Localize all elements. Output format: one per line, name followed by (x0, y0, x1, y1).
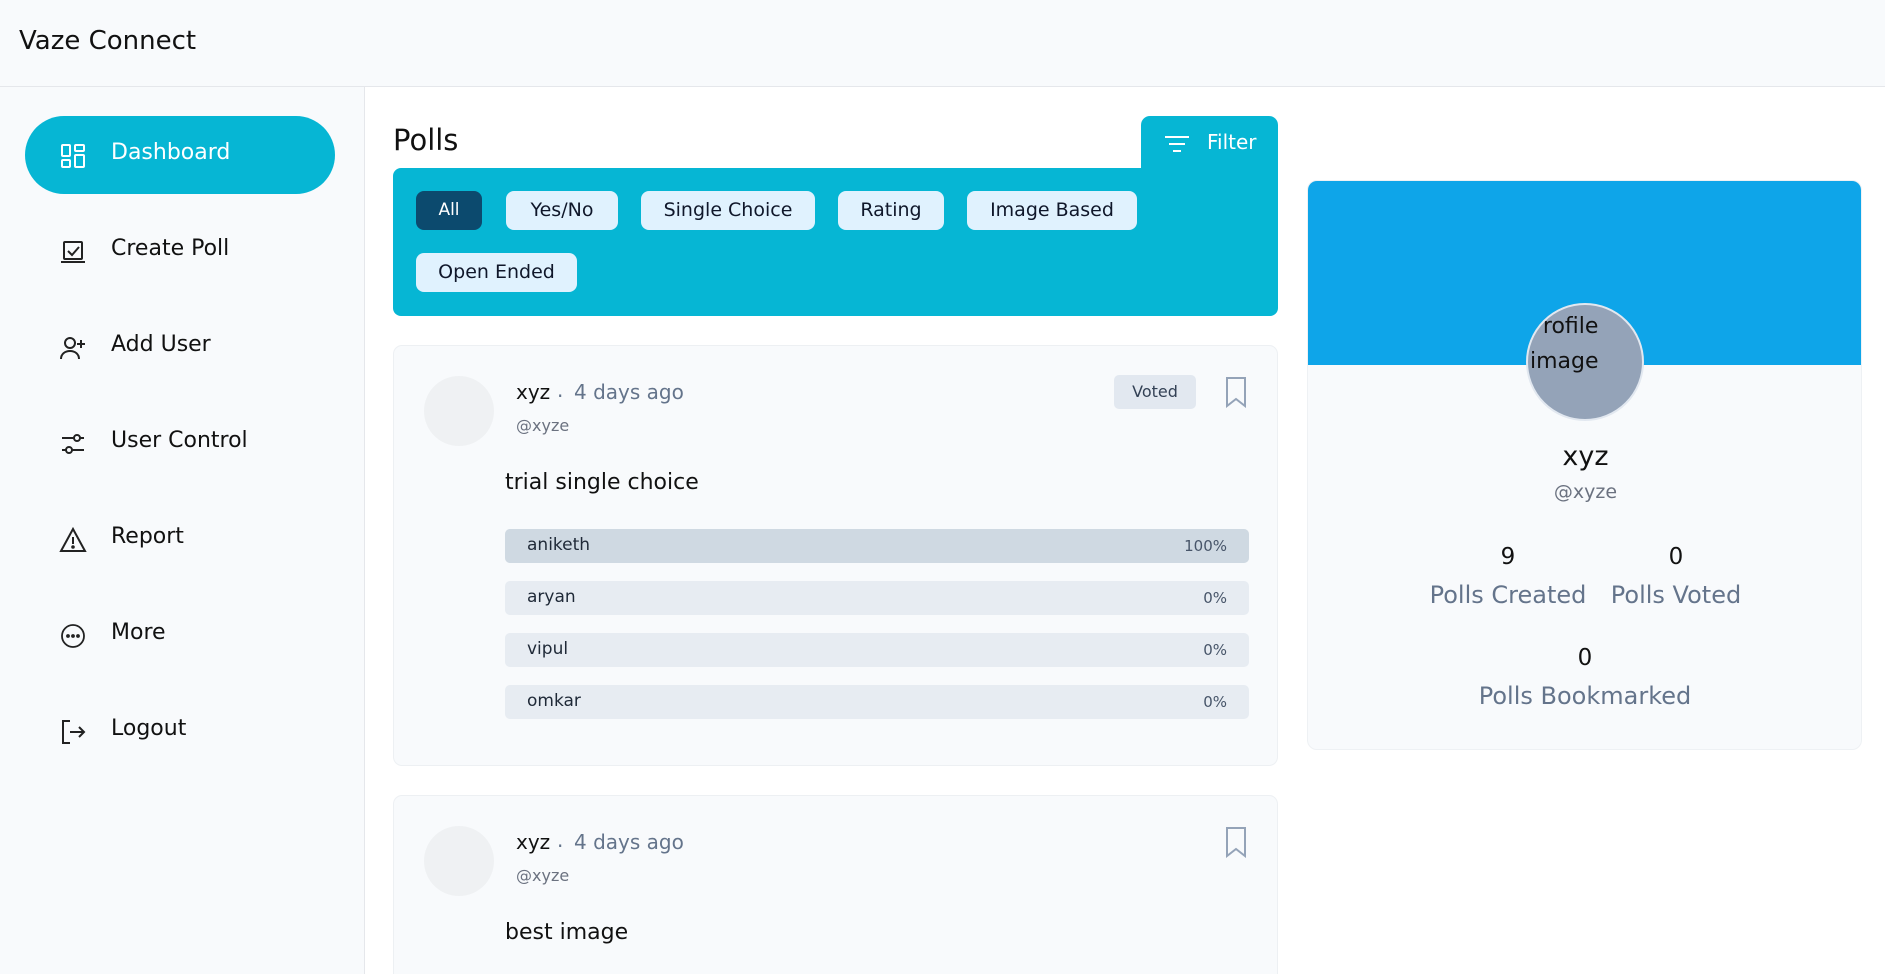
app-title: Vaze Connect (19, 26, 197, 56)
sidebar-item-label: More (111, 620, 166, 645)
profile-card: Profile image xyz @xyze 9 Polls Created … (1307, 180, 1862, 750)
option-label: omkar (527, 691, 581, 711)
option-percent: 0% (1203, 589, 1227, 607)
sidebar-item-logout[interactable]: Logout (25, 692, 335, 770)
poll-option[interactable]: vipul 0% (505, 633, 1249, 667)
main-content: Polls Filter All Yes/No Single Choice Ra… (365, 87, 1305, 974)
chip-rating[interactable]: Rating (838, 191, 944, 230)
sidebar-item-report[interactable]: Report (25, 500, 335, 578)
sidebar-item-label: Logout (111, 716, 187, 741)
sidebar-item-add-user[interactable]: Add User (25, 308, 335, 386)
profile-image-alt: Profile image (1530, 314, 1599, 374)
bookmark-icon[interactable] (1224, 376, 1248, 408)
chip-image-based[interactable]: Image Based (967, 191, 1137, 230)
create-poll-icon (61, 241, 85, 263)
option-label: vipul (527, 639, 569, 659)
poll-time: 4 days ago (574, 380, 684, 404)
poll-author[interactable]: xyz (516, 380, 550, 404)
sidebar-item-dashboard[interactable]: Dashboard (25, 116, 335, 194)
poll-option[interactable]: omkar 0% (505, 685, 1249, 719)
more-icon (61, 624, 85, 648)
page-title: Polls (393, 123, 459, 157)
dashboard-icon (61, 144, 85, 168)
chip-all[interactable]: All (416, 191, 482, 230)
polls-bookmarked-label: Polls Bookmarked (1478, 682, 1692, 710)
sidebar-item-create-poll[interactable]: Create Poll (25, 212, 335, 290)
logout-icon (62, 720, 86, 744)
sidebar-item-label: Add User (111, 332, 211, 357)
profile-image[interactable]: Profile image (1526, 303, 1644, 421)
poll-option[interactable]: aryan 0% (505, 581, 1249, 615)
option-label: aryan (527, 587, 576, 607)
poll-author[interactable]: xyz (516, 830, 550, 854)
avatar (424, 376, 494, 446)
option-percent: 0% (1203, 641, 1227, 659)
add-user-icon (60, 337, 85, 360)
separator-dot: . (557, 378, 564, 402)
status-badge: Voted (1114, 375, 1196, 409)
sliders-icon (62, 434, 84, 454)
filter-icon (1165, 136, 1189, 152)
bookmark-icon[interactable] (1224, 826, 1248, 858)
polls-bookmarked-count: 0 (1577, 645, 1593, 671)
sidebar-item-user-control[interactable]: User Control (25, 404, 335, 482)
sidebar-item-label: Create Poll (111, 236, 230, 261)
sidebar-item-label: User Control (111, 428, 248, 453)
polls-voted-count: 0 (1668, 544, 1684, 570)
avatar (424, 826, 494, 896)
filter-button[interactable]: Filter (1141, 116, 1278, 172)
warning-icon (59, 526, 87, 552)
poll-question: best image (505, 920, 629, 945)
poll-handle: @xyze (516, 866, 570, 885)
top-bar: Vaze Connect (0, 0, 1885, 87)
filter-label: Filter (1207, 130, 1257, 154)
sidebar: Dashboard Create Poll Add User User Cont… (0, 87, 365, 974)
sidebar-item-more[interactable]: More (25, 596, 335, 674)
separator-dot: . (557, 828, 564, 852)
poll-question: trial single choice (505, 470, 699, 495)
polls-voted-label: Polls Voted (1610, 581, 1742, 609)
chip-open-ended[interactable]: Open Ended (416, 253, 577, 292)
chip-single-choice[interactable]: Single Choice (641, 191, 815, 230)
option-label: aniketh (527, 535, 591, 555)
poll-time: 4 days ago (574, 830, 684, 854)
poll-option[interactable]: aniketh 100% (505, 529, 1249, 563)
sidebar-item-label: Dashboard (111, 140, 231, 165)
option-percent: 0% (1203, 693, 1227, 711)
chip-yes-no[interactable]: Yes/No (506, 191, 618, 230)
polls-created-count: 9 (1500, 544, 1516, 570)
profile-handle: @xyze (1553, 481, 1618, 503)
sidebar-item-label: Report (111, 524, 184, 549)
option-percent: 100% (1184, 537, 1227, 555)
profile-name: xyz (1562, 441, 1609, 472)
poll-card: xyz . 4 days ago @xyze best image (393, 795, 1278, 974)
poll-card: xyz . 4 days ago @xyze Voted trial singl… (393, 345, 1278, 766)
poll-handle: @xyze (516, 416, 570, 435)
option-fill (505, 529, 1249, 563)
filter-panel: All Yes/No Single Choice Rating Image Ba… (393, 168, 1278, 316)
